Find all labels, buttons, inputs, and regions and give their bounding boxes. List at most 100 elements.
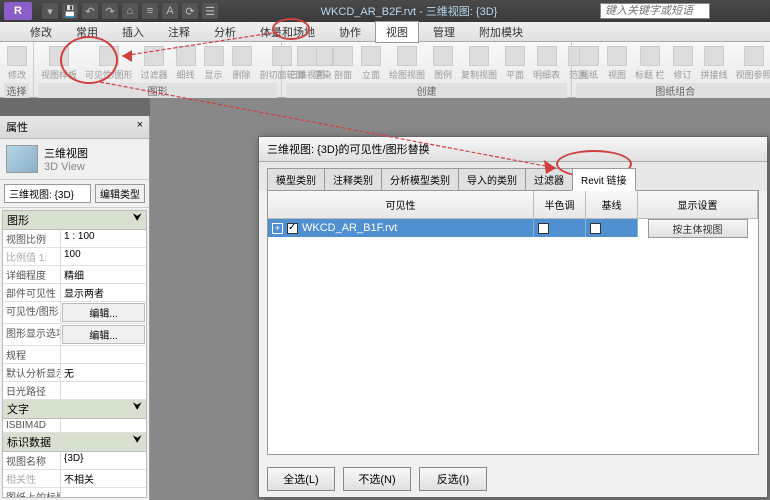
col-display-settings[interactable]: 显示设置 [638, 191, 758, 218]
halftone-checkbox[interactable] [538, 223, 549, 234]
tab-annotate[interactable]: 注释 [158, 22, 200, 42]
matchline-button[interactable]: 拼接线 [698, 44, 731, 83]
view-type-name: 三维视图 [44, 145, 88, 161]
settings-icon[interactable]: ☰ [202, 3, 218, 19]
undo-icon[interactable]: ↶ [82, 3, 98, 19]
dialog-title: 三维视图: {3D}的可见性/图形替换 [259, 137, 767, 162]
link-filename: WKCD_AR_B1F.rvt [302, 222, 397, 234]
tab-imported-categories[interactable]: 导入的类别 [458, 168, 526, 191]
revision-button[interactable]: 修订 [670, 44, 696, 83]
prop-ratio: 100 [61, 248, 146, 265]
properties-palette: 属性 × 三维视图 3D View 三维视图: {3D} 编辑类型 图形⮟ 视图比… [0, 116, 150, 500]
section-iddata[interactable]: 标识数据 [7, 434, 51, 450]
view-template-button[interactable]: 视图样板 [38, 44, 80, 83]
panel-graphics: 图形 [38, 83, 277, 98]
show-button[interactable]: 显示 [201, 44, 227, 83]
duplicate-button[interactable]: 复制视图 [458, 44, 500, 83]
prop-analysis[interactable]: 无 [61, 364, 146, 381]
prop-dependency: 不相关 [61, 470, 146, 487]
tab-model-categories[interactable]: 模型类别 [267, 168, 325, 191]
visibility-graphics-button[interactable]: 可见性/图形 [82, 44, 136, 83]
sheet-button[interactable]: 图纸 [576, 44, 602, 83]
panel-create: 创建 [286, 83, 567, 98]
search-input[interactable] [600, 3, 710, 19]
filter-button[interactable]: 过滤器 [138, 44, 171, 83]
view-type-icon [6, 145, 38, 173]
section-graphics[interactable]: 图形 [7, 212, 29, 228]
underlay-checkbox[interactable] [590, 223, 601, 234]
prop-sheet-title[interactable] [61, 488, 146, 498]
select-none-button[interactable]: 不选(N) [343, 467, 411, 491]
select-invert-button[interactable]: 反选(I) [419, 467, 487, 491]
title-block-button[interactable]: 标题 栏 [632, 44, 668, 83]
tab-addins[interactable]: 附加模块 [469, 22, 533, 42]
drafting-button[interactable]: 绘图视图 [386, 44, 428, 83]
panel-sheet: 图纸组合 [576, 83, 770, 98]
prop-viewname[interactable]: {3D} [61, 452, 146, 469]
display-settings-button[interactable]: 按主体视图 [648, 219, 748, 238]
elevation-button[interactable]: 立面 [358, 44, 384, 83]
thin-lines-button[interactable]: 细线 [173, 44, 199, 83]
3d-view-button[interactable]: 三维视图 [286, 44, 328, 83]
view-ref-button[interactable]: 视图参照 [733, 44, 770, 83]
tab-filters[interactable]: 过滤器 [525, 168, 573, 191]
tab-analytical-categories[interactable]: 分析模型类别 [381, 168, 459, 191]
prop-isbim[interactable] [61, 419, 146, 432]
remove-button[interactable]: 删除 [229, 44, 255, 83]
visibility-checkbox[interactable] [287, 223, 298, 234]
tab-modify[interactable]: 修改 [20, 22, 62, 42]
prop-parts[interactable]: 显示两者 [61, 284, 146, 301]
view-button[interactable]: 视图 [604, 44, 630, 83]
prop-detail[interactable]: 精细 [61, 266, 146, 283]
visibility-graphics-dialog: 三维视图: {3D}的可见性/图形替换 模型类别 注释类别 分析模型类别 导入的… [258, 136, 768, 498]
close-icon[interactable]: × [137, 119, 143, 135]
prop-sunpath[interactable] [61, 382, 146, 399]
tab-collaborate[interactable]: 协作 [329, 22, 371, 42]
tab-revit-links[interactable]: Revit 链接 [572, 168, 636, 191]
tab-annotation-categories[interactable]: 注释类别 [324, 168, 382, 191]
quick-access-toolbar: ▾ 💾 ↶ ↷ ⌂ ≡ A ⟳ ☰ [42, 3, 218, 19]
tab-massing[interactable]: 体量和场地 [250, 22, 325, 42]
panel-select: 选择 [4, 83, 29, 98]
expand-icon[interactable]: + [272, 223, 283, 234]
redo-icon[interactable]: ↷ [102, 3, 118, 19]
prop-discipline[interactable] [61, 346, 146, 363]
col-visibility[interactable]: 可见性 [268, 191, 534, 218]
view-type-sub: 3D View [44, 161, 88, 173]
edit-type-button[interactable]: 编辑类型 [95, 184, 145, 203]
section-button[interactable]: 剖面 [330, 44, 356, 83]
section-text[interactable]: 文字 [7, 401, 29, 417]
type-selector-dropdown[interactable]: 三维视图: {3D} [4, 184, 91, 203]
col-underlay[interactable]: 基线 [586, 191, 638, 218]
window-title: WKCD_AR_B2F.rvt - 三维视图: {3D} [218, 3, 600, 19]
schedule-button[interactable]: 明细表 [530, 44, 563, 83]
title-bar: R ▾ 💾 ↶ ↷ ⌂ ≡ A ⟳ ☰ WKCD_AR_B2F.rvt - 三维… [0, 0, 770, 22]
link-row[interactable]: + WKCD_AR_B1F.rvt 按主体视图 [268, 219, 758, 237]
prop-vg-edit[interactable]: 编辑... [62, 303, 145, 322]
tab-insert[interactable]: 插入 [112, 22, 154, 42]
measure-icon[interactable]: ≡ [142, 3, 158, 19]
tab-analyze[interactable]: 分析 [204, 22, 246, 42]
save-icon[interactable]: 💾 [62, 3, 78, 19]
properties-grid[interactable]: 图形⮟ 视图比例1 : 100 比例值 1:100 详细程度精细 部件可见性显示… [2, 210, 147, 498]
ribbon-tabs: 修改 常用 插入 注释 分析 体量和场地 协作 视图 管理 附加模块 [0, 22, 770, 42]
tab-view[interactable]: 视图 [375, 21, 419, 43]
open-icon[interactable]: ▾ [42, 3, 58, 19]
tab-home[interactable]: 常用 [66, 22, 108, 42]
col-halftone[interactable]: 半色调 [534, 191, 586, 218]
ribbon: 修改 选择 视图样板 可见性/图形 过滤器 细线 显示 删除 剖切面轮廓 渲染 … [0, 42, 770, 98]
app-logo[interactable]: R [4, 2, 32, 20]
prop-disp-edit[interactable]: 编辑... [62, 325, 145, 344]
grid-header: 可见性 半色调 基线 显示设置 [268, 191, 758, 219]
properties-title: 属性 [6, 119, 28, 135]
print-icon[interactable]: ⌂ [122, 3, 138, 19]
select-all-button[interactable]: 全选(L) [267, 467, 335, 491]
modify-button[interactable]: 修改 [4, 44, 30, 83]
sync-icon[interactable]: ⟳ [182, 3, 198, 19]
tab-manage[interactable]: 管理 [423, 22, 465, 42]
legend-button[interactable]: 图例 [430, 44, 456, 83]
prop-scale[interactable]: 1 : 100 [61, 230, 146, 247]
dialog-tabstrip: 模型类别 注释类别 分析模型类别 导入的类别 过滤器 Revit 链接 [259, 162, 767, 191]
text-icon[interactable]: A [162, 3, 178, 19]
plan-button[interactable]: 平面 [502, 44, 528, 83]
